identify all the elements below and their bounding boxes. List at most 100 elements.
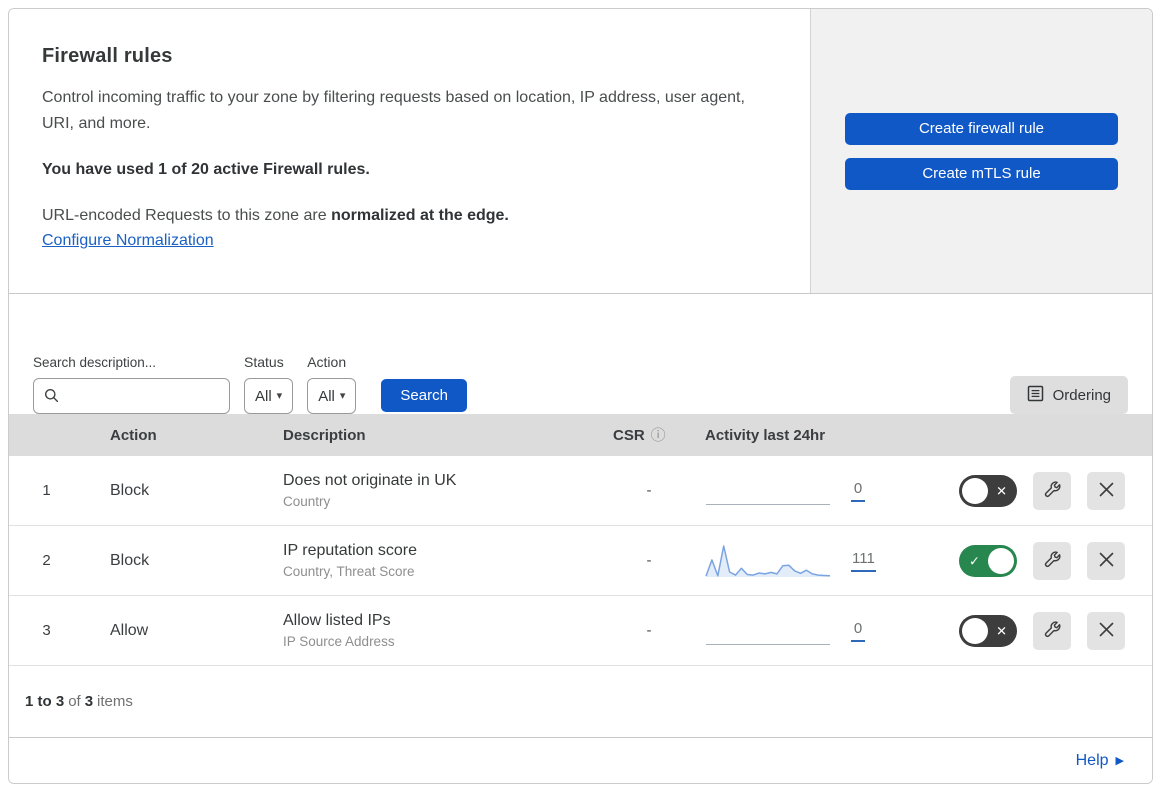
status-filter-label: Status bbox=[244, 354, 284, 370]
chevron-down-icon: ▾ bbox=[276, 389, 283, 402]
rule-controls: ✓✕ bbox=[933, 541, 1152, 580]
action-dropdown[interactable]: All ▾ bbox=[307, 378, 357, 414]
activity-count-link[interactable]: 0 bbox=[851, 620, 865, 642]
edit-rule-button[interactable] bbox=[1033, 471, 1071, 510]
help-bar: Help ▶ bbox=[9, 738, 1152, 783]
search-button[interactable]: Search bbox=[381, 379, 467, 412]
table-header: Action Description CSR ⓘ Activity last 24… bbox=[9, 414, 1152, 456]
enable-toggle[interactable]: ✓✕ bbox=[959, 474, 1017, 507]
pagination-items: items bbox=[97, 693, 133, 710]
delete-rule-button[interactable] bbox=[1087, 611, 1125, 650]
enable-toggle[interactable]: ✓✕ bbox=[959, 544, 1017, 577]
status-dropdown[interactable]: All ▾ bbox=[244, 378, 294, 414]
action-filter-group: Action All ▾ bbox=[307, 354, 357, 414]
rule-criteria: Country, Threat Score bbox=[283, 564, 415, 579]
enable-toggle[interactable]: ✓✕ bbox=[959, 614, 1017, 647]
normalization-bold: normalized at the edge. bbox=[331, 207, 509, 224]
rule-description: Allow listed IPs bbox=[283, 612, 391, 629]
intro-panel: Firewall rules Control incoming traffic … bbox=[9, 9, 810, 293]
ordering-icon bbox=[1027, 385, 1044, 406]
filter-bar: Search description... Status All ▾ Action… bbox=[9, 294, 1152, 414]
action-dropdown-value: All bbox=[318, 387, 335, 405]
table-row: 1 Block Does not originate in UK Country… bbox=[9, 456, 1152, 526]
rule-controls: ✓✕ bbox=[933, 471, 1152, 510]
wrench-icon bbox=[1043, 620, 1062, 642]
edit-rule-button[interactable] bbox=[1033, 541, 1071, 580]
rule-csr: - bbox=[646, 552, 652, 569]
actions-panel: Create firewall rule Create mTLS rule bbox=[810, 9, 1152, 293]
delete-rule-button[interactable] bbox=[1087, 541, 1125, 580]
configure-normalization-link[interactable]: Configure Normalization bbox=[42, 232, 214, 249]
status-dropdown-value: All bbox=[255, 387, 272, 405]
header-activity: Activity last 24hr bbox=[705, 426, 826, 444]
firewall-rules-page: Firewall rules Control incoming traffic … bbox=[8, 8, 1153, 784]
pagination-total: 3 bbox=[84, 693, 94, 710]
search-field-label: Search description... bbox=[33, 355, 157, 370]
rule-csr: - bbox=[646, 622, 652, 639]
edit-rule-button[interactable] bbox=[1033, 611, 1071, 650]
rule-criteria: IP Source Address bbox=[283, 634, 395, 649]
ordering-button[interactable]: Ordering bbox=[1009, 376, 1128, 414]
usage-summary: You have used 1 of 20 active Firewall ru… bbox=[42, 161, 370, 178]
rule-controls: ✓✕ bbox=[933, 611, 1152, 650]
page-description: Control incoming traffic to your zone by… bbox=[42, 89, 745, 132]
search-wrap bbox=[33, 378, 230, 414]
delete-rule-button[interactable] bbox=[1087, 471, 1125, 510]
help-link-label: Help bbox=[1075, 752, 1109, 769]
create-mtls-rule-button[interactable]: Create mTLS rule bbox=[845, 157, 1118, 190]
rule-number: 3 bbox=[42, 622, 51, 639]
rule-description-cell: Does not originate in UK Country bbox=[283, 472, 613, 509]
rule-activity-cell: 0 bbox=[705, 472, 933, 510]
rule-action: Block bbox=[110, 551, 150, 569]
search-icon bbox=[44, 388, 59, 408]
activity-sparkline bbox=[705, 472, 831, 510]
close-icon bbox=[1098, 621, 1115, 641]
search-field-group: Search description... bbox=[33, 355, 230, 414]
page-title: Firewall rules bbox=[42, 45, 173, 67]
table-row: 3 Allow Allow listed IPs IP Source Addre… bbox=[9, 596, 1152, 666]
rule-activity-cell: 0 bbox=[705, 612, 933, 650]
search-input[interactable] bbox=[33, 378, 230, 414]
rule-description-cell: Allow listed IPs IP Source Address bbox=[283, 612, 613, 649]
create-firewall-rule-button[interactable]: Create firewall rule bbox=[845, 112, 1118, 145]
close-icon bbox=[1098, 481, 1115, 501]
status-filter-group: Status All ▾ bbox=[244, 354, 294, 414]
toggle-knob bbox=[988, 547, 1014, 574]
rule-description-cell: IP reputation score Country, Threat Scor… bbox=[283, 542, 613, 579]
activity-count-link[interactable]: 0 bbox=[851, 480, 865, 502]
rule-number: 1 bbox=[42, 482, 51, 499]
close-icon bbox=[1098, 551, 1115, 571]
rule-criteria: Country bbox=[283, 494, 331, 509]
normalization-note: URL-encoded Requests to this zone are no… bbox=[42, 207, 770, 225]
toggle-knob bbox=[962, 617, 988, 644]
ordering-button-label: Ordering bbox=[1052, 386, 1111, 404]
rule-action: Allow bbox=[110, 621, 149, 639]
toggle-knob bbox=[962, 477, 988, 504]
header-action: Action bbox=[110, 426, 157, 444]
pagination-status: 1 to 3 of 3 items bbox=[9, 666, 1152, 738]
toggle-x-icon: ✕ bbox=[996, 483, 1007, 498]
wrench-icon bbox=[1043, 550, 1062, 572]
rule-activity-cell: 111 bbox=[705, 542, 933, 580]
help-arrow-icon: ▶ bbox=[1115, 754, 1124, 767]
activity-count-link[interactable]: 111 bbox=[851, 550, 876, 572]
rule-action: Block bbox=[110, 481, 150, 499]
wrench-icon bbox=[1043, 480, 1062, 502]
toggle-check-icon: ✓ bbox=[969, 553, 980, 568]
help-link[interactable]: Help ▶ bbox=[1076, 752, 1124, 770]
action-filter-label: Action bbox=[307, 354, 347, 370]
pagination-range: 1 to 3 bbox=[25, 693, 65, 710]
rule-csr: - bbox=[646, 482, 652, 499]
activity-sparkline bbox=[705, 612, 831, 650]
toggle-x-icon: ✕ bbox=[996, 623, 1007, 638]
rules-list-section: Search description... Status All ▾ Action… bbox=[9, 294, 1152, 738]
header-description: Description bbox=[283, 426, 366, 444]
normalization-prefix: URL-encoded Requests to this zone are bbox=[42, 207, 332, 224]
rule-description: Does not originate in UK bbox=[283, 472, 457, 489]
chevron-down-icon: ▾ bbox=[339, 389, 346, 402]
header-section: Firewall rules Control incoming traffic … bbox=[9, 9, 1152, 294]
rule-number: 2 bbox=[42, 552, 51, 569]
info-icon[interactable]: ⓘ bbox=[651, 428, 666, 443]
table-row: 2 Block IP reputation score Country, Thr… bbox=[9, 526, 1152, 596]
header-csr: CSR ⓘ bbox=[613, 426, 666, 444]
